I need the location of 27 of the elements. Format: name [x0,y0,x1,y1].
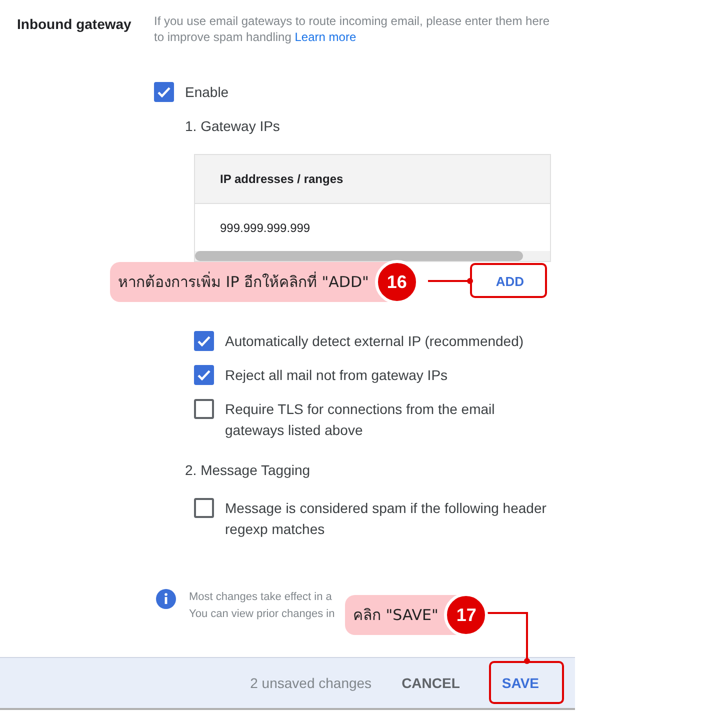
checkbox-label: Require TLS for connections from the email gateways listed above [225,400,496,440]
info-icon [156,589,176,609]
subsection-heading: 2. Message Tagging [185,461,312,479]
table-cell: 999.999.999.999 [220,220,310,234]
leader-line [428,278,473,284]
checkbox-label: Reject all mail not from gateway IPs [225,366,449,385]
info-text: Most changes take effect in a [189,590,333,605]
info-text: You can view prior changes in [189,607,335,622]
section-title: Inbound gateway [17,15,132,33]
add-button[interactable]: ADD [474,266,546,297]
checkbox[interactable] [194,331,214,351]
cancel-button[interactable]: CANCEL [388,667,474,699]
save-button[interactable]: SAVE [478,667,563,699]
unsaved-changes-text: 2 unsaved changes [250,675,372,691]
scrollbar-thumb[interactable] [195,251,523,261]
column-header: IP addresses / ranges [220,172,344,186]
step-number: 17 [444,593,488,637]
checkbox-label: Enable [185,83,230,102]
checkbox[interactable] [194,365,214,385]
description-text: If you use email gateways to route incoming email, please enter them here to improve spam handling Learn more [154,13,551,45]
checkbox[interactable] [194,399,214,419]
learn-more-link[interactable]: Learn more [294,30,356,44]
checkbox[interactable] [194,498,214,518]
subsection-heading: 1. Gateway IPs [185,117,281,135]
checkbox-label: Message is considered spam if the following header regexp matches [225,499,548,539]
checkbox-label: Automatically detect external IP (recommended) [225,332,525,351]
checkbox[interactable] [154,82,174,102]
